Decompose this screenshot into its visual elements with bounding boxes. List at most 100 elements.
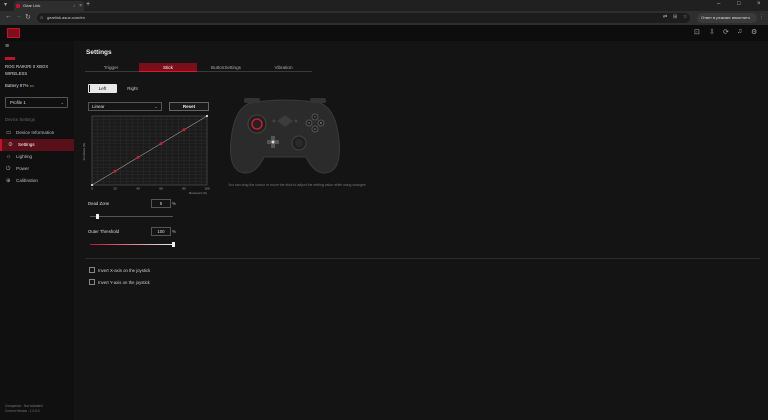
left-bumper-icon: [244, 98, 260, 103]
rog-brand-icon: [5, 57, 15, 60]
favicon-icon: [16, 4, 20, 8]
tab-divider: [85, 71, 312, 72]
dead-zone-slider-track[interactable]: [90, 216, 173, 217]
chevron-down-icon: ⌄: [154, 104, 158, 109]
chart-y-label: Sensitivity (%): [82, 143, 86, 161]
active-tab-indicator: [139, 71, 197, 72]
sidebar-item-calibration[interactable]: ⊕ Calibration: [0, 175, 74, 187]
dead-zone-slider-thumb[interactable]: [96, 214, 99, 219]
section-label: Device Settings: [5, 117, 35, 122]
profile-value: Profile 1: [10, 100, 26, 105]
curve-point: [182, 128, 186, 132]
browser-menu-icon[interactable]: ⋮: [759, 14, 764, 20]
sidebar-item-power[interactable]: ⏻ Power: [0, 163, 74, 175]
x-tick-label: 60: [159, 187, 163, 191]
url-text: gearlink.asus.com/en: [47, 15, 85, 20]
outer-threshold-label: Outer Threshold: [88, 229, 119, 234]
current-version: Current Version : 1.0.0.0: [5, 409, 40, 413]
curve-point: [113, 169, 117, 173]
forward-icon[interactable]: →: [15, 13, 22, 20]
sidebar-item-label: Settings: [18, 142, 35, 147]
incognito-badge[interactable]: Ответ в режиме инкогнито: [697, 13, 757, 23]
controller-image: YX BA: [230, 98, 340, 174]
rog-logo: [7, 28, 20, 38]
back-icon[interactable]: ←: [5, 13, 12, 20]
svg-text:X: X: [308, 121, 310, 125]
x-tick-label: 100: [204, 187, 209, 191]
battery-status: Battery 97% ▭: [5, 83, 34, 89]
sidebar-item-lighting[interactable]: ☼ Lighting: [0, 151, 74, 163]
right-bumper-icon: [310, 98, 326, 103]
outer-threshold-slider-track[interactable]: [90, 244, 173, 245]
calibration-icon: ⊕: [6, 178, 11, 184]
app-header: [0, 25, 768, 41]
bookmark-star-icon[interactable]: ☆: [683, 14, 687, 20]
curve-type-value: Linear: [92, 104, 105, 109]
incognito-label: Ответ в режиме инкогнито: [701, 15, 751, 20]
page-title: Settings: [86, 49, 112, 56]
speaker-icon[interactable]: ♪: [73, 1, 75, 11]
sensitivity-curve-chart[interactable]: 0 20 40 60 80 100 Sensitivity (%) Movement (%…: [80, 112, 212, 198]
browser-tab[interactable]: Gear Link ♪ ×: [14, 1, 84, 11]
device-name-line2: WIRELESS: [5, 71, 28, 76]
screenshot-icon[interactable]: ⊡: [694, 28, 700, 36]
hamburger-menu-icon[interactable]: ≡: [5, 43, 9, 50]
left-stick-highlight-icon: [251, 118, 263, 130]
reset-button[interactable]: Reset: [169, 102, 209, 111]
sidebar-item-settings[interactable]: ⚙ Settings: [0, 139, 74, 151]
x-tick-label: 80: [182, 187, 186, 191]
x-tick-label: 0: [91, 187, 93, 191]
chart-x-ticks: 0 20 40 60 80 100: [91, 187, 210, 191]
outer-threshold-slider-thumb[interactable]: [172, 242, 175, 247]
invert-x-label: Invert X-axis on the joystick: [98, 268, 151, 273]
info-icon: ▭: [6, 130, 12, 136]
translate-icon[interactable]: ⇄: [663, 14, 667, 20]
invert-x-checkbox[interactable]: [89, 267, 95, 273]
sun-icon: ☼: [6, 154, 12, 160]
curve-point: [159, 142, 163, 146]
notification-icon[interactable]: ♫: [737, 28, 742, 35]
sidebar-item-label: Calibration: [16, 178, 38, 183]
battery-icon: ▭: [29, 83, 34, 88]
gear-icon: ⚙: [8, 142, 13, 148]
dead-zone-label: Dead Zone: [88, 201, 110, 206]
address-bar-row: ← → ↻ ⊙ gearlink.asus.com/en ⇄ ⊞ ☆ Ответ…: [0, 11, 768, 25]
tab-menu-icon[interactable]: ▾: [4, 1, 7, 8]
curve-point: [205, 114, 209, 118]
close-window-icon[interactable]: ×: [757, 1, 761, 7]
outer-threshold-input[interactable]: 100: [151, 227, 171, 236]
close-tab-icon[interactable]: ×: [79, 1, 82, 11]
profile-select[interactable]: Profile 1 ⌄: [5, 97, 68, 108]
power-icon: ⏻: [6, 166, 11, 172]
sidebar-item-label: Power: [16, 166, 30, 171]
url-input[interactable]: ⊙ gearlink.asus.com/en: [37, 13, 690, 23]
battery-label: Battery 97%: [5, 83, 29, 88]
chart-x-label: Movement (%): [189, 191, 207, 195]
right-stick-cap-icon: [295, 139, 303, 147]
download-icon[interactable]: ⇩: [709, 28, 715, 36]
invert-y-label: Invert Y-axis on the joystick: [98, 280, 150, 285]
dead-zone-unit: %: [172, 201, 176, 206]
sync-icon[interactable]: ⟳: [723, 28, 729, 36]
outer-threshold-unit: %: [172, 229, 176, 234]
controller-note: You can drag the cursor or move the stic…: [228, 183, 366, 187]
settings-gear-icon[interactable]: ⚙: [751, 28, 757, 36]
svg-text:B: B: [320, 121, 322, 125]
reload-icon[interactable]: ↻: [25, 13, 31, 21]
svg-text:Y: Y: [314, 115, 316, 119]
companion-status: Companion : Not activated: [5, 404, 43, 408]
curve-type-select[interactable]: Linear ⌄: [88, 102, 162, 111]
left-stick-button[interactable]: Left: [88, 84, 117, 93]
sidebar-item-label: Device Information: [16, 130, 55, 135]
maximize-icon[interactable]: □: [737, 1, 741, 7]
svg-text:A: A: [314, 127, 316, 131]
sidebar-item-device-information[interactable]: ▭ Device Information: [0, 127, 74, 139]
new-tab-button[interactable]: +: [86, 1, 90, 8]
sidebar-item-label: Lighting: [16, 154, 33, 159]
right-stick-button[interactable]: Right: [118, 84, 147, 93]
invert-y-checkbox[interactable]: [89, 279, 95, 285]
install-icon[interactable]: ⊞: [673, 14, 677, 20]
dead-zone-input[interactable]: 5: [151, 199, 171, 208]
site-info-icon[interactable]: ⊙: [40, 13, 43, 23]
minimize-icon[interactable]: –: [717, 1, 720, 7]
